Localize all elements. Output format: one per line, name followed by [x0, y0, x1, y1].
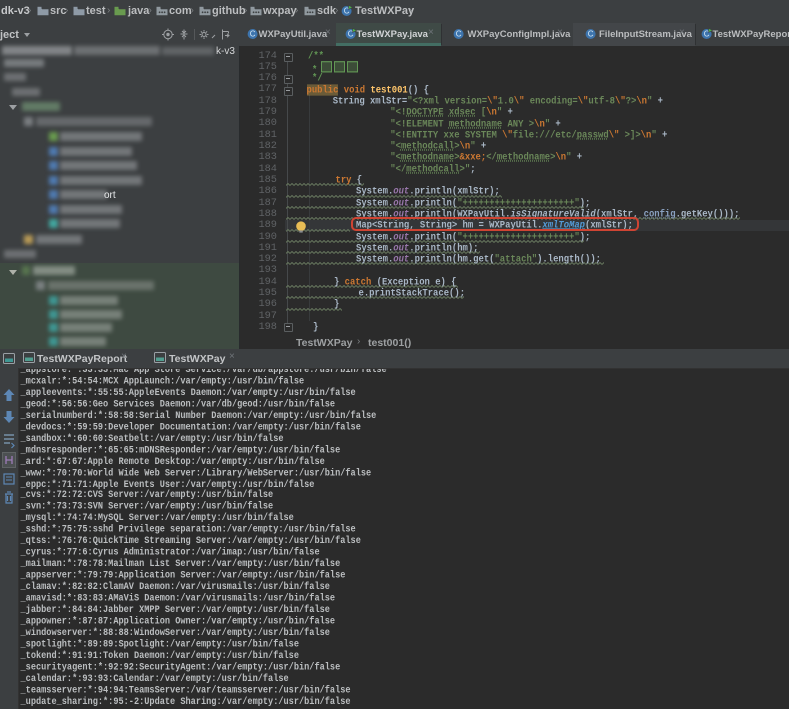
svg-text:C: C	[250, 30, 256, 39]
svg-text:C: C	[588, 30, 594, 39]
svg-text:C: C	[456, 30, 462, 39]
